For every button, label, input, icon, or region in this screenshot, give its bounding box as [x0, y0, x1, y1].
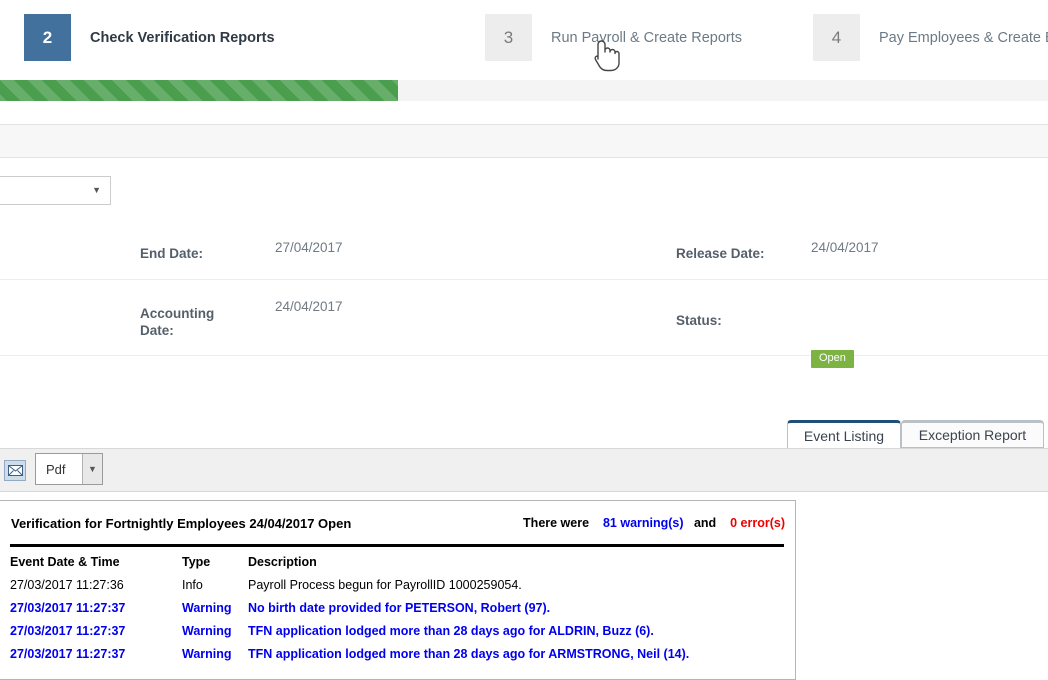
column-header-type: Type: [182, 555, 211, 569]
report-counts: There were 81 warning(s) and 0 error(s): [523, 516, 785, 530]
wizard-step-2[interactable]: 2 Check Verification Reports: [24, 14, 275, 61]
chevron-down-icon[interactable]: ▼: [82, 454, 102, 484]
envelope-icon[interactable]: [4, 460, 26, 481]
event-datetime: 27/03/2017 11:27:37: [10, 601, 126, 615]
wizard-step-4-number: 4: [813, 14, 860, 61]
wizard-step-3[interactable]: 3 Run Payroll & Create Reports: [485, 14, 742, 61]
table-row[interactable]: 27/03/2017 11:27:37 Warning No birth date …: [10, 601, 790, 624]
table-body: 27/03/2017 11:27:36 Info Payroll Process b…: [10, 578, 790, 670]
wizard-step-3-number: 3: [485, 14, 532, 61]
accounting-date-value: 24/04/2017: [275, 299, 343, 314]
status-badge: Open: [811, 350, 854, 368]
tab-exception-report[interactable]: Exception Report: [901, 420, 1044, 448]
end-date-label: End Date:: [140, 246, 204, 261]
table-header-row: Event Date & Time Type Description: [10, 555, 790, 578]
event-datetime: 27/03/2017 11:27:37: [10, 647, 126, 661]
event-type: Warning: [182, 624, 232, 638]
wizard-step-2-label: Check Verification Reports: [90, 29, 275, 46]
tab-exception-report-label: Exception Report: [918, 427, 1027, 443]
end-date-value: 27/04/2017: [275, 240, 343, 255]
wizard-step-bar: 2 Check Verification Reports 3 Run Payro…: [0, 0, 1048, 76]
tab-event-listing-label: Event Listing: [803, 427, 885, 444]
report-tabs: Event Listing Exception Report: [0, 420, 1048, 448]
table-row[interactable]: 27/03/2017 11:27:36 Info Payroll Process b…: [10, 578, 790, 601]
tab-event-listing[interactable]: Event Listing: [787, 420, 901, 448]
detail-row-status: Accounting Date: 24/04/2017 Status: Open: [0, 280, 1048, 368]
export-format-value: Pdf: [46, 461, 66, 477]
chevron-down-icon: ▼: [92, 185, 101, 195]
wizard-step-2-number: 2: [24, 14, 71, 61]
wizard-step-4-label: Pay Employees & Create Bank: [879, 29, 1048, 46]
progress-bar-track: [0, 80, 1048, 101]
status-label: Status:: [676, 313, 722, 328]
event-description: TFN application lodged more than 28 days…: [248, 624, 654, 638]
event-type: Warning: [182, 601, 232, 615]
column-header-datetime: Event Date & Time: [10, 555, 120, 569]
event-listing-table: Event Date & Time Type Description 27/03…: [10, 555, 790, 670]
event-description: Payroll Process begun for PayrollID 1000…: [248, 578, 522, 592]
report-divider: [10, 544, 784, 547]
release-date-label: Release Date:: [676, 246, 765, 261]
payroll-filter-select[interactable]: ▼: [0, 176, 111, 205]
column-header-description: Description: [248, 555, 317, 569]
table-row[interactable]: 27/03/2017 11:27:37 Warning TFN applicatio…: [10, 624, 790, 647]
event-description: TFN application lodged more than 28 days…: [248, 647, 690, 661]
accounting-date-label: Accounting Date:: [140, 306, 215, 338]
export-format-select[interactable]: Pdf ▼: [35, 453, 103, 485]
progress-bar-fill: [0, 80, 399, 101]
event-type: Info: [182, 578, 203, 592]
counts-prefix: There were: [523, 516, 590, 530]
error-count[interactable]: 0 error(s): [730, 516, 785, 530]
export-toolbar: [0, 448, 1048, 492]
event-datetime: 27/03/2017 11:27:36: [10, 578, 124, 592]
report-header: Verification for Fortnightly Employees 2…: [0, 501, 795, 547]
toolbar-band: [0, 124, 1048, 158]
release-date-value: 24/04/2017: [811, 240, 879, 255]
verification-report-panel: Verification for Fortnightly Employees 2…: [0, 500, 796, 680]
payroll-detail-panel: End Date: 27/04/2017 Release Date: 24/04…: [0, 224, 1048, 368]
wizard-step-3-label: Run Payroll & Create Reports: [551, 29, 742, 46]
event-type: Warning: [182, 647, 232, 661]
wizard-step-4[interactable]: 4 Pay Employees & Create Bank: [813, 14, 1048, 61]
counts-join: and: [693, 516, 717, 530]
warning-count[interactable]: 81 warning(s): [603, 516, 684, 530]
event-description: No birth date provided for PETERSON, Rob…: [248, 601, 551, 615]
report-title: Verification for Fortnightly Employees 2…: [11, 516, 352, 531]
table-row[interactable]: 27/03/2017 11:27:37 Warning TFN applicatio…: [10, 647, 790, 670]
detail-row-dates: End Date: 27/04/2017 Release Date: 24/04…: [0, 224, 1048, 280]
event-datetime: 27/03/2017 11:27:37: [10, 624, 126, 638]
